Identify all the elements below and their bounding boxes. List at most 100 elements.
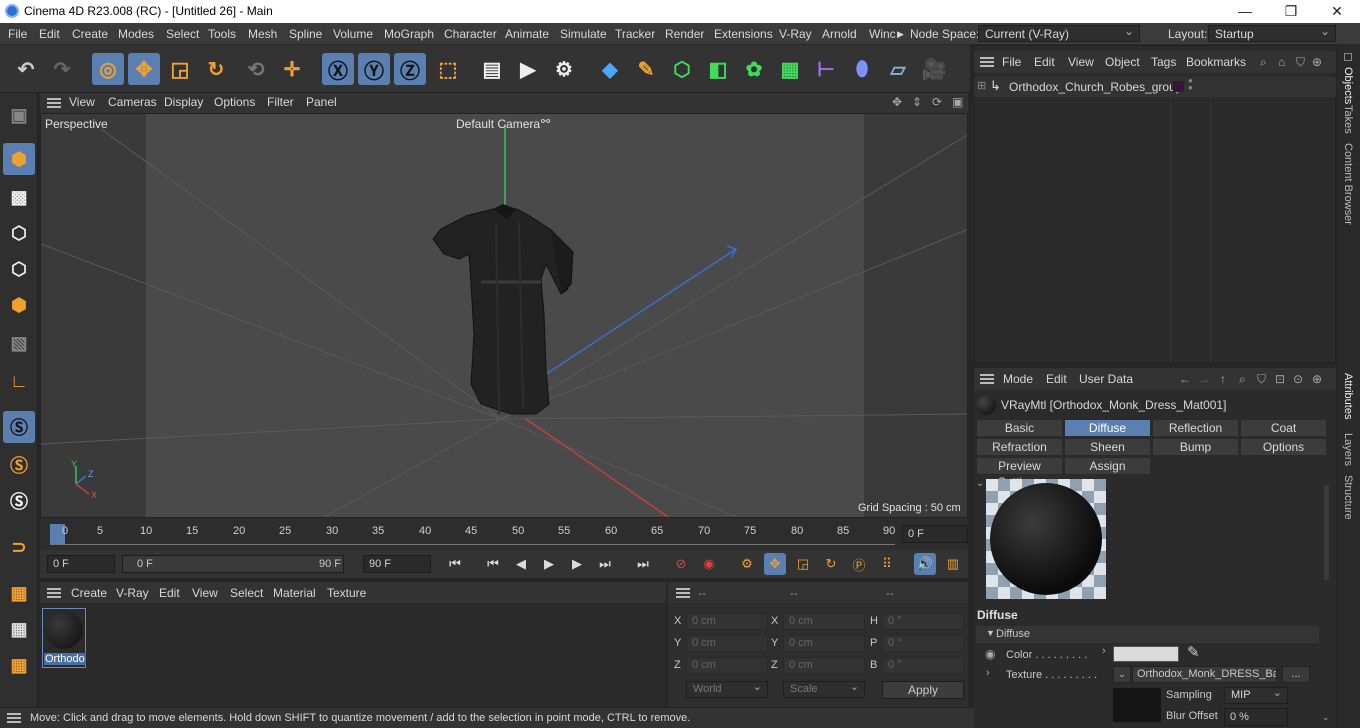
- rotation-b-field[interactable]: 0 °: [882, 657, 964, 674]
- menu-tracker[interactable]: Tracker: [615, 27, 655, 41]
- tab-assign[interactable]: Assign: [1064, 457, 1151, 475]
- tab-options[interactable]: Options: [1240, 438, 1327, 456]
- material-thumbnail[interactable]: Orthodo: [42, 608, 86, 668]
- workplane-icon[interactable]: ▦: [3, 577, 35, 609]
- menu-window[interactable]: Winc: [869, 27, 896, 41]
- material-hamburger-icon[interactable]: [47, 588, 61, 598]
- planar-workplane-icon[interactable]: ▦: [3, 649, 35, 681]
- texture-expand-icon[interactable]: ›: [986, 667, 990, 679]
- menu-mograph[interactable]: MoGraph: [384, 27, 434, 41]
- menu-simulate[interactable]: Simulate: [560, 27, 607, 41]
- render-settings-icon[interactable]: ⚙: [548, 53, 580, 85]
- texture-mode-icon[interactable]: ▩: [3, 181, 35, 213]
- expand-toggle-icon[interactable]: ⊞: [977, 79, 986, 92]
- soft-selection-icon[interactable]: Ⓢ: [3, 449, 35, 481]
- tab-basic[interactable]: Basic: [976, 419, 1063, 437]
- go-to-end-icon[interactable]: ⏭: [632, 553, 654, 575]
- visibility-dots-icon[interactable]: ● ●: [1188, 77, 1193, 92]
- undo-icon[interactable]: ↶: [10, 53, 42, 85]
- move-tool-icon[interactable]: ✥: [128, 53, 160, 85]
- side-tab-layers[interactable]: Layers: [1342, 433, 1354, 466]
- blur-offset-field[interactable]: 0 %: [1224, 708, 1288, 726]
- next-key-icon[interactable]: ⏭: [594, 553, 616, 575]
- viewport-maximize-icon[interactable]: ▣: [952, 95, 963, 109]
- lock-icon[interactable]: ⊡: [1275, 372, 1285, 386]
- material-menu-material[interactable]: Material: [273, 586, 316, 600]
- render-picture-viewer-icon[interactable]: ▶: [512, 53, 544, 85]
- z-axis-lock-icon[interactable]: Ⓩ: [394, 53, 426, 85]
- axis-mode-icon[interactable]: ∟: [3, 365, 35, 397]
- bend-deformer-icon[interactable]: ⊢: [810, 53, 842, 85]
- key-pla-icon[interactable]: ⠿: [876, 553, 898, 575]
- transform-tool-icon[interactable]: ✛: [276, 53, 308, 85]
- maximize-icon[interactable]: ❐: [1268, 0, 1314, 23]
- timeline-window-icon[interactable]: ▥: [942, 553, 964, 575]
- previous-key-icon[interactable]: ⏮: [482, 553, 504, 575]
- sound-icon[interactable]: 🔊: [914, 553, 936, 575]
- scale-tool-icon[interactable]: ◲: [164, 53, 196, 85]
- preview-collapse-icon[interactable]: ⌄: [976, 478, 984, 489]
- node-space-dropdown[interactable]: Current (V-Ray): [978, 24, 1140, 42]
- menu-tools[interactable]: Tools: [208, 27, 236, 41]
- viewport-menu-view[interactable]: View: [69, 95, 95, 109]
- live-selection-icon[interactable]: ◎: [92, 53, 124, 85]
- start-frame-field[interactable]: 0 F: [47, 555, 115, 573]
- extrude-generator-icon[interactable]: ◧: [702, 53, 734, 85]
- keyframe-selection-icon[interactable]: ⚙: [736, 553, 758, 575]
- viewport-menu-panel[interactable]: Panel: [306, 95, 337, 109]
- scroll-down-icon[interactable]: ⌄: [1322, 712, 1330, 723]
- diffuse-group-header[interactable]: ▼ Diffuse: [976, 626, 1319, 643]
- close-icon[interactable]: ✕: [1314, 0, 1360, 23]
- attributes-menu-edit[interactable]: Edit: [1046, 372, 1067, 386]
- menu-volume[interactable]: Volume: [333, 27, 373, 41]
- side-tab-objects[interactable]: Objects: [1342, 67, 1354, 104]
- material-menu-select[interactable]: Select: [230, 586, 263, 600]
- objects-search-icon[interactable]: ⌕: [1260, 55, 1267, 70]
- objects-new-window-icon[interactable]: ⊕: [1312, 55, 1322, 69]
- menu-animate[interactable]: Animate: [505, 27, 549, 41]
- attributes-filter-icon[interactable]: ⛉: [1257, 372, 1266, 387]
- material-menu-texture[interactable]: Texture: [327, 586, 366, 600]
- size-x-field[interactable]: 0 cm: [783, 613, 865, 630]
- tab-refraction[interactable]: Refraction: [976, 438, 1063, 456]
- field-icon[interactable]: ⬮: [846, 53, 878, 85]
- coordinate-system-icon[interactable]: ⬚: [432, 53, 464, 85]
- texture-thumbnail[interactable]: [1113, 688, 1161, 722]
- viewport-menu-display[interactable]: Display: [164, 95, 203, 109]
- coord-system-dropdown[interactable]: World: [686, 680, 768, 698]
- objects-menu-bookmarks[interactable]: Bookmarks: [1186, 55, 1246, 69]
- material-menu-vray[interactable]: V-Ray: [116, 586, 149, 600]
- objects-filter-icon[interactable]: ⛉: [1296, 55, 1305, 70]
- menu-edit[interactable]: Edit: [39, 27, 60, 41]
- monk-robe-model[interactable]: [432, 204, 574, 415]
- points-mode-icon[interactable]: ⬡: [3, 217, 35, 249]
- locked-workplane-icon[interactable]: ▦: [3, 613, 35, 645]
- panel-menu-icon[interactable]: [1344, 53, 1352, 61]
- viewport-move-icon[interactable]: ✥: [892, 95, 902, 109]
- rotate-tool-icon[interactable]: ↻: [200, 53, 232, 85]
- objects-menu-view[interactable]: View: [1068, 55, 1094, 69]
- minimize-icon[interactable]: —: [1222, 0, 1268, 23]
- position-x-field[interactable]: 0 cm: [686, 613, 768, 630]
- attributes-menu-mode[interactable]: Mode: [1003, 372, 1033, 386]
- menu-create[interactable]: Create: [72, 27, 108, 41]
- position-y-field[interactable]: 0 cm: [686, 635, 768, 652]
- mograph-cubes-icon[interactable]: ▦: [774, 53, 806, 85]
- key-rotation-icon[interactable]: ↻: [820, 553, 842, 575]
- texture-browse-button[interactable]: ...: [1282, 666, 1310, 683]
- next-frame-icon[interactable]: ▶: [566, 553, 588, 575]
- size-y-field[interactable]: 0 cm: [783, 635, 865, 652]
- rotation-h-field[interactable]: 0 °: [882, 613, 964, 630]
- tab-coat[interactable]: Coat: [1240, 419, 1327, 437]
- menu-spline[interactable]: Spline: [289, 27, 322, 41]
- attributes-hamburger-icon[interactable]: [980, 374, 994, 384]
- size-z-field[interactable]: 0 cm: [783, 657, 865, 674]
- side-tab-content-browser[interactable]: Content Browser: [1342, 143, 1354, 225]
- go-to-start-icon[interactable]: ⏮: [444, 553, 466, 575]
- menu-arnold[interactable]: Arnold: [822, 27, 857, 41]
- uv-mode-icon[interactable]: ▧: [3, 327, 35, 359]
- attributes-menu-user-data[interactable]: User Data: [1079, 372, 1133, 386]
- viewport-zoom-icon[interactable]: ⇕: [912, 95, 922, 109]
- tab-preview-settings[interactable]: Preview Settings: [976, 457, 1063, 489]
- back-arrow-icon[interactable]: ←: [1179, 372, 1191, 386]
